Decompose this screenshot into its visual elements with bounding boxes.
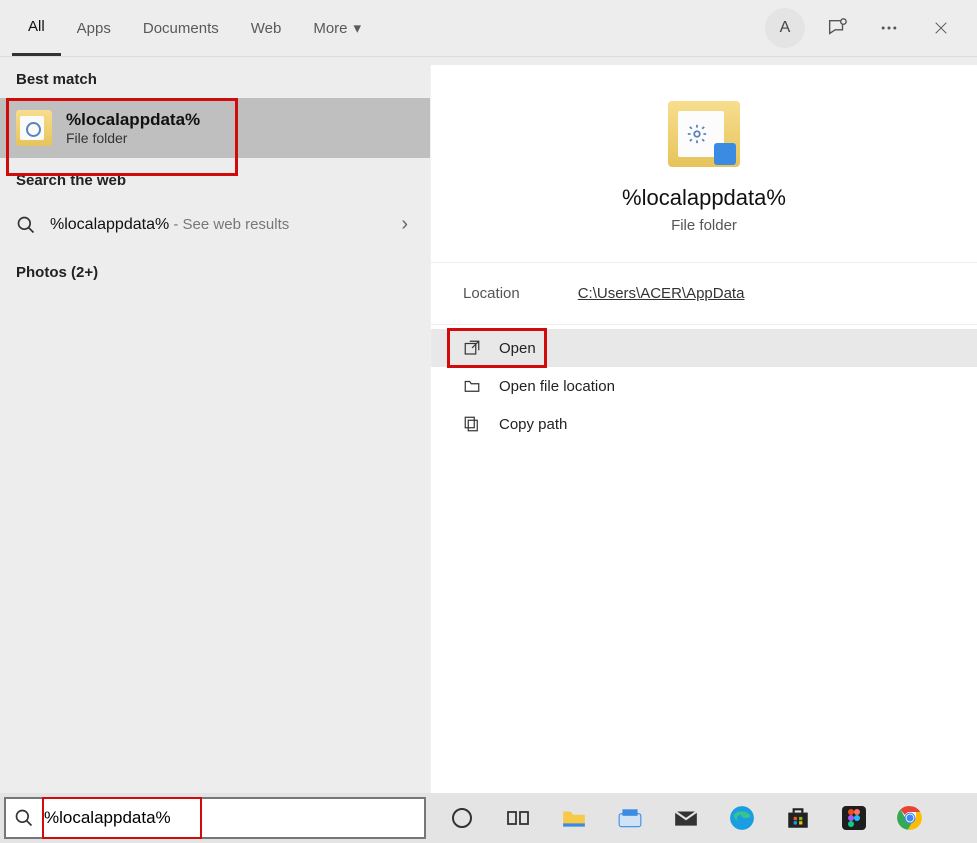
action-copy-path[interactable]: Copy path <box>431 405 977 443</box>
task-view-icon[interactable] <box>504 804 532 832</box>
folder-icon-large <box>668 101 740 167</box>
preview-subtitle: File folder <box>671 217 737 234</box>
search-web-label: Search the web <box>0 158 430 199</box>
tab-more[interactable]: More ▾ <box>297 0 377 56</box>
figma-icon[interactable] <box>840 804 868 832</box>
taskbar-icons <box>430 804 924 832</box>
search-icon <box>16 215 36 235</box>
header-actions: A <box>765 8 969 48</box>
web-query: %localappdata% <box>50 216 169 233</box>
chrome-icon[interactable] <box>896 804 924 832</box>
best-match-subtitle: File folder <box>66 130 200 146</box>
web-suffix: - See web results <box>169 216 289 233</box>
location-label: Location <box>463 285 520 302</box>
mail-icon[interactable] <box>672 804 700 832</box>
location-path[interactable]: C:\Users\ACER\AppData <box>578 285 745 302</box>
action-open-label: Open <box>499 340 536 357</box>
file-explorer-icon[interactable] <box>560 804 588 832</box>
folder-icon <box>16 110 52 146</box>
web-result-row[interactable]: %localappdata% - See web results › <box>0 199 430 250</box>
feedback-icon[interactable] <box>817 8 857 48</box>
tab-all[interactable]: All <box>12 0 61 56</box>
copy-icon <box>463 415 481 433</box>
tab-more-label: More <box>313 20 347 37</box>
more-options-icon[interactable] <box>869 8 909 48</box>
microsoft-store-icon[interactable] <box>784 804 812 832</box>
results-left-pane: Best match %localappdata% File folder Se… <box>0 57 430 793</box>
results-split: Best match %localappdata% File folder Se… <box>0 57 977 793</box>
best-match-result[interactable]: %localappdata% File folder <box>0 98 430 158</box>
web-result-left: %localappdata% - See web results <box>16 215 289 235</box>
action-open-loc-label: Open file location <box>499 378 615 395</box>
filter-tabs: All Apps Documents Web More ▾ <box>0 0 377 56</box>
gear-icon <box>686 123 708 145</box>
search-box[interactable] <box>4 797 426 839</box>
taskbar <box>0 793 977 843</box>
edge-icon[interactable] <box>728 804 756 832</box>
preview-title: %localappdata% <box>622 185 786 211</box>
folder-location-icon <box>463 377 481 395</box>
web-result-text: %localappdata% - See web results <box>50 216 289 234</box>
action-list: Open Open file location Copy path <box>431 325 977 443</box>
location-row: Location C:\Users\ACER\AppData <box>431 263 977 325</box>
preview-header: %localappdata% File folder <box>431 65 977 263</box>
best-match-text: %localappdata% File folder <box>66 110 200 146</box>
tab-documents[interactable]: Documents <box>127 0 235 56</box>
keyboard-icon[interactable] <box>616 804 644 832</box>
open-icon <box>463 339 481 357</box>
chevron-right-icon: › <box>401 213 414 236</box>
search-box-wrap <box>0 793 430 843</box>
action-copy-path-label: Copy path <box>499 416 567 433</box>
preview-pane: %localappdata% File folder Location C:\U… <box>430 65 977 793</box>
best-match-title: %localappdata% <box>66 110 200 130</box>
chevron-down-icon: ▾ <box>354 19 362 37</box>
tab-apps[interactable]: Apps <box>61 0 127 56</box>
tab-web[interactable]: Web <box>235 0 298 56</box>
action-open-file-location[interactable]: Open file location <box>431 367 977 405</box>
vscode-badge-icon <box>714 143 736 165</box>
cortana-icon[interactable] <box>448 804 476 832</box>
search-input[interactable] <box>44 808 416 828</box>
user-avatar[interactable]: A <box>765 8 805 48</box>
search-icon <box>14 808 34 828</box>
search-header: All Apps Documents Web More ▾ A <box>0 0 977 57</box>
best-match-label: Best match <box>0 57 430 98</box>
close-icon[interactable] <box>921 8 961 48</box>
photos-label[interactable]: Photos (2+) <box>0 250 430 291</box>
action-open[interactable]: Open <box>431 329 977 367</box>
